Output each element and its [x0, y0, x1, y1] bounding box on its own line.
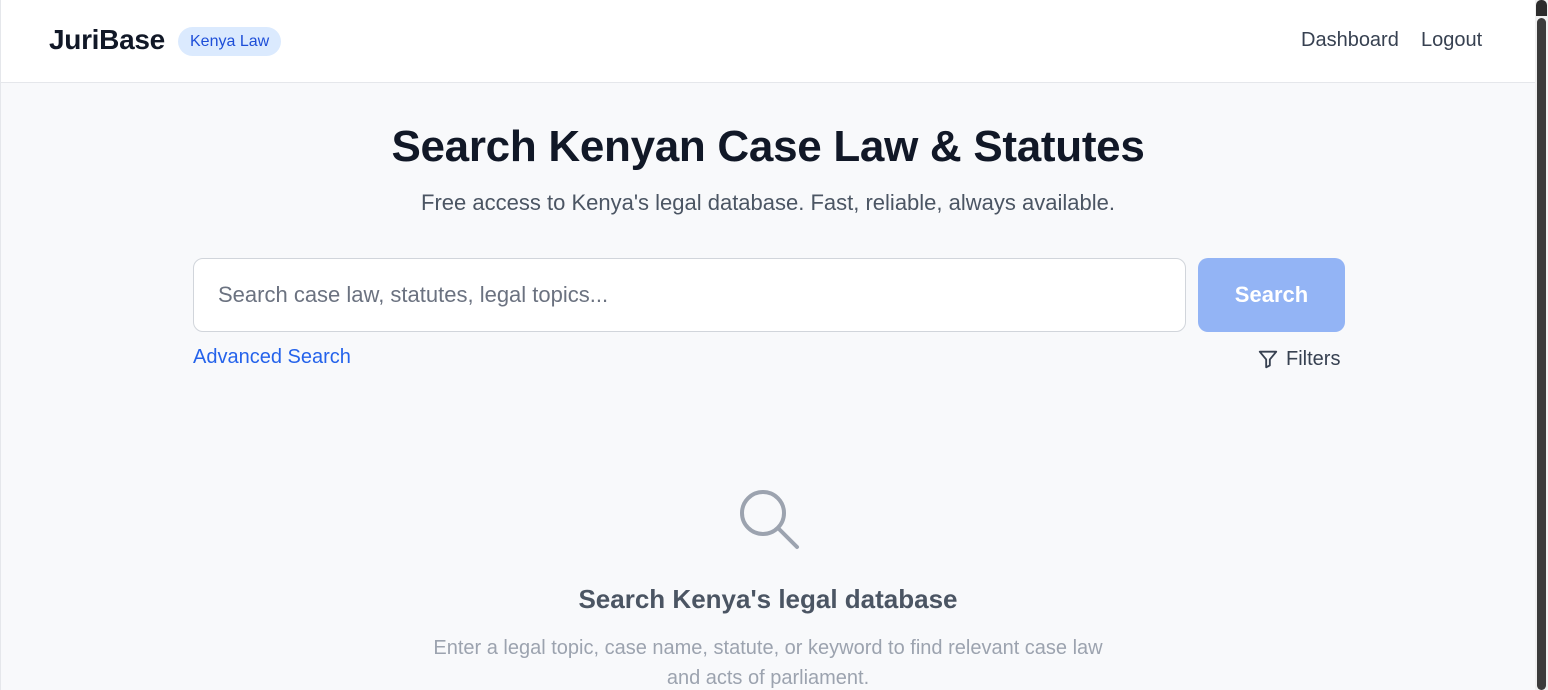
page-subtitle: Free access to Kenya's legal database. F…	[421, 190, 1115, 215]
page-title: Search Kenyan Case Law & Statutes	[391, 122, 1145, 171]
brand-logo[interactable]: JuriBase	[49, 24, 165, 56]
empty-state-title: Search Kenya's legal database	[578, 584, 958, 614]
filter-funnel-icon	[1258, 350, 1278, 369]
search-input[interactable]	[193, 258, 1186, 332]
region-badge: Kenya Law	[178, 27, 282, 56]
filters-button[interactable]: Filters	[1257, 345, 1340, 373]
empty-state-description: Enter a legal topic, case name, statute,…	[433, 637, 1103, 689]
top-navbar: JuriBase Kenya Law Dashboard Logout	[1, 0, 1535, 83]
search-magnifier-icon	[736, 486, 800, 555]
dashboard-link[interactable]: Dashboard	[1301, 29, 1399, 52]
app-viewport: JuriBase Kenya Law Dashboard Logout Sear…	[0, 0, 1535, 690]
advanced-search-link[interactable]: Advanced Search	[193, 346, 351, 369]
search-button[interactable]: Search	[1198, 258, 1345, 332]
filters-label: Filters	[1286, 347, 1341, 370]
vertical-scrollbar[interactable]	[1535, 0, 1548, 690]
scrollbar-thumb[interactable]	[1537, 18, 1546, 690]
scrollbar-arrow[interactable]	[1536, 0, 1547, 16]
logout-link[interactable]: Logout	[1421, 29, 1482, 52]
